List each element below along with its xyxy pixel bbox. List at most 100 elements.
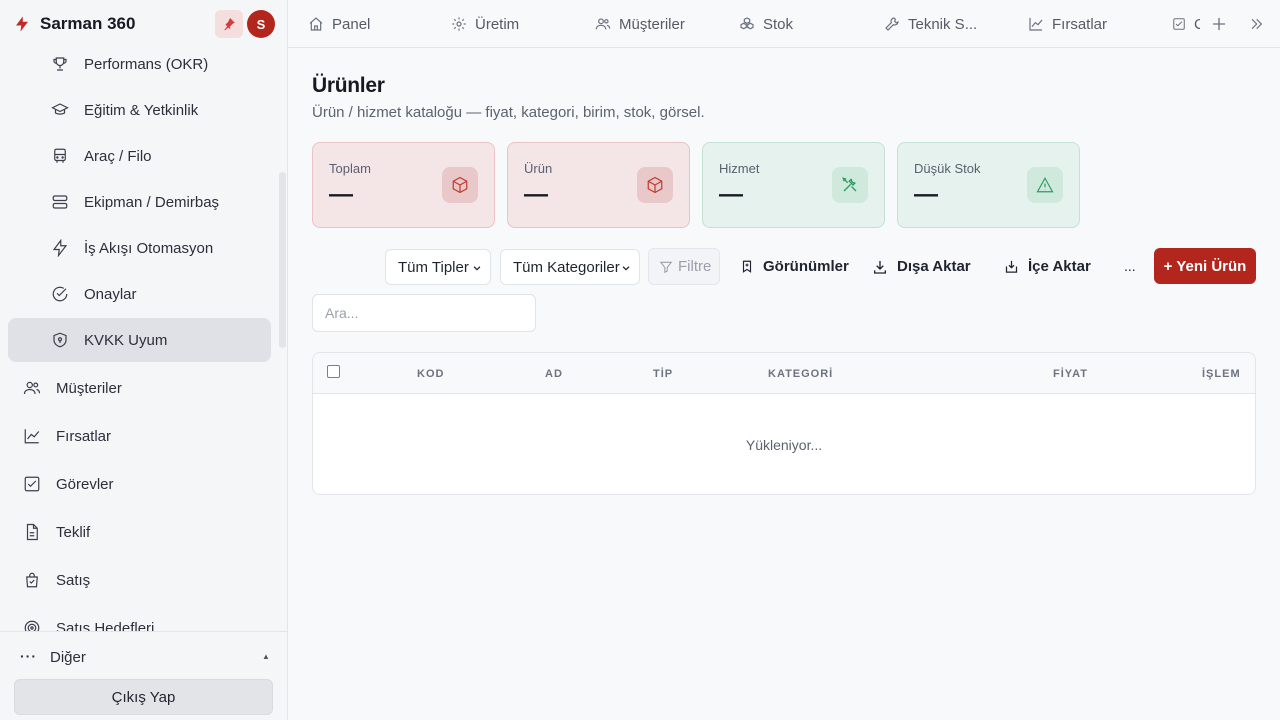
- tab-musteriler[interactable]: Müşteriler: [595, 0, 715, 48]
- sidebar-item-label: Performans (OKR): [84, 55, 209, 73]
- more-dots-icon: ···: [20, 648, 37, 664]
- chevron-down-icon: [473, 266, 481, 271]
- target-icon: [24, 620, 40, 631]
- products-table: KOD AD TİP KATEGORİ FİYAT İŞLEM Yükleniy…: [312, 352, 1256, 495]
- column-header-tip[interactable]: TİP: [653, 368, 673, 380]
- users-icon: [23, 381, 41, 395]
- tab-teknik-servis[interactable]: Teknik S...: [884, 0, 984, 48]
- type-select[interactable]: Tüm Tipler: [385, 249, 491, 285]
- tab-firsatlar[interactable]: Fırsatlar: [1028, 0, 1138, 48]
- views-label: Görünümler: [763, 258, 849, 275]
- sidebar-item-satis[interactable]: Satış: [8, 558, 271, 602]
- other-menu-toggle[interactable]: ··· Diğer ▲: [0, 640, 287, 674]
- stat-card-urun: Ürün —: [507, 142, 690, 228]
- shield-icon: [53, 332, 67, 348]
- sidebar-item-kvkk[interactable]: KVKK Uyum: [8, 318, 271, 362]
- export-button[interactable]: Dışa Aktar: [872, 248, 971, 285]
- pin-button[interactable]: [215, 10, 243, 38]
- tab-label: Üretim: [475, 15, 520, 33]
- chevron-down-icon: [622, 266, 630, 271]
- sidebar-scrollbar[interactable]: [279, 172, 286, 348]
- import-label: İçe Aktar: [1028, 258, 1091, 275]
- stat-label: Toplam: [329, 161, 371, 176]
- tab-uretim[interactable]: Üretim: [451, 0, 561, 48]
- home-icon: [309, 17, 323, 31]
- sidebar-item-satis-hedefleri[interactable]: Satış Hedefleri: [8, 606, 271, 631]
- add-tab-icon[interactable]: [1210, 15, 1228, 33]
- app-root: Sarman 360 S Performans (OKR) Eğitim & Y…: [0, 0, 1280, 720]
- category-select[interactable]: Tüm Kategoriler: [500, 249, 640, 285]
- column-header-kategori[interactable]: KATEGORİ: [768, 368, 833, 380]
- brand[interactable]: Sarman 360: [0, 0, 287, 48]
- graduation-cap-icon: [51, 103, 69, 115]
- sidebar: Sarman 360 S Performans (OKR) Eğitim & Y…: [0, 0, 288, 720]
- chevrons-right-icon[interactable]: [1248, 16, 1264, 32]
- tools-icon: [832, 167, 868, 203]
- warning-icon: [1027, 167, 1063, 203]
- new-product-button[interactable]: + Yeni Ürün: [1154, 248, 1256, 284]
- caret-up-icon: ▲: [262, 652, 270, 661]
- wrench-icon: [885, 17, 899, 31]
- column-header-fiyat[interactable]: FİYAT: [1053, 368, 1088, 380]
- trend-chart-icon: [1029, 18, 1043, 31]
- column-header-ad[interactable]: AD: [545, 368, 563, 380]
- sidebar-item-firsatlar[interactable]: Fırsatlar: [8, 414, 271, 458]
- table-header: KOD AD TİP KATEGORİ FİYAT İŞLEM: [313, 353, 1255, 394]
- category-select-value: Tüm Kategoriler: [513, 258, 620, 276]
- sidebar-item-label: Ekipman / Demirbaş: [84, 193, 220, 211]
- sidebar-item-arac[interactable]: Araç / Filo: [8, 134, 271, 178]
- export-label: Dışa Aktar: [897, 258, 971, 275]
- sidebar-item-egitim[interactable]: Eğitim & Yetkinlik: [8, 88, 271, 132]
- stat-value: —: [524, 181, 548, 208]
- bus-icon: [54, 148, 66, 163]
- tab-label: Müşteriler: [619, 15, 685, 33]
- tab-stok[interactable]: Stok: [739, 0, 839, 48]
- logout-button[interactable]: Çıkış Yap: [14, 679, 273, 715]
- views-button[interactable]: Görünümler: [740, 248, 849, 285]
- select-all-checkbox[interactable]: [327, 365, 340, 378]
- document-icon: [26, 523, 38, 541]
- tab-gorevler[interactable]: C: [1172, 0, 1200, 48]
- avatar[interactable]: S: [247, 10, 275, 38]
- stat-value: —: [914, 181, 938, 208]
- sidebar-item-label: KVKK Uyum: [84, 331, 168, 349]
- sidebar-item-is-akisi[interactable]: İş Akışı Otomasyon: [8, 226, 271, 270]
- sidebar-item-label: Görevler: [56, 475, 114, 493]
- sidebar-item-label: Araç / Filo: [84, 147, 152, 165]
- more-button[interactable]: ...: [1124, 258, 1136, 274]
- search-input[interactable]: [312, 294, 536, 332]
- sidebar-item-ekipman[interactable]: Ekipman / Demirbaş: [8, 180, 271, 224]
- sidebar-item-label: Müşteriler: [56, 379, 122, 397]
- sidebar-item-gorevler[interactable]: Görevler: [8, 462, 271, 506]
- filter-icon: [659, 261, 673, 273]
- sidebar-footer: ··· Diğer ▲ Çıkış Yap: [0, 631, 287, 720]
- server-icon: [52, 195, 68, 209]
- checkbox-icon: [24, 476, 40, 492]
- filter-button[interactable]: Filtre: [648, 248, 720, 285]
- sidebar-item-label: Teklif: [56, 523, 91, 541]
- users-icon: [595, 18, 611, 30]
- import-button[interactable]: İçe Aktar: [1004, 248, 1091, 285]
- box-icon: [637, 167, 673, 203]
- stat-label: Düşük Stok: [914, 161, 981, 176]
- sidebar-item-onaylar[interactable]: Onaylar: [8, 272, 271, 316]
- tab-label: Fırsatlar: [1052, 15, 1108, 33]
- sidebar-item-musteriler[interactable]: Müşteriler: [8, 366, 271, 410]
- check-circle-icon: [52, 286, 68, 302]
- trend-chart-icon: [24, 429, 40, 444]
- column-header-islem: İŞLEM: [1202, 368, 1241, 380]
- lightning-logo-icon: [12, 13, 32, 35]
- filter-label: Filtre: [678, 258, 712, 275]
- sidebar-item-label: Eğitim & Yetkinlik: [84, 101, 199, 119]
- brand-name: Sarman 360: [40, 14, 136, 33]
- download-icon: [874, 260, 886, 274]
- sidebar-item-label: Satış: [56, 571, 91, 589]
- sidebar-item-teklif[interactable]: Teklif: [8, 510, 271, 554]
- tab-label: Stok: [763, 15, 794, 33]
- column-header-kod[interactable]: KOD: [417, 368, 444, 380]
- tab-panel[interactable]: Panel: [308, 0, 418, 48]
- sidebar-nav: Performans (OKR) Eğitim & Yetkinlik Araç…: [0, 48, 287, 631]
- stat-card-dusuk-stok: Düşük Stok —: [897, 142, 1080, 228]
- sidebar-item-performans[interactable]: Performans (OKR): [8, 48, 271, 86]
- tab-label: C: [1194, 15, 1200, 33]
